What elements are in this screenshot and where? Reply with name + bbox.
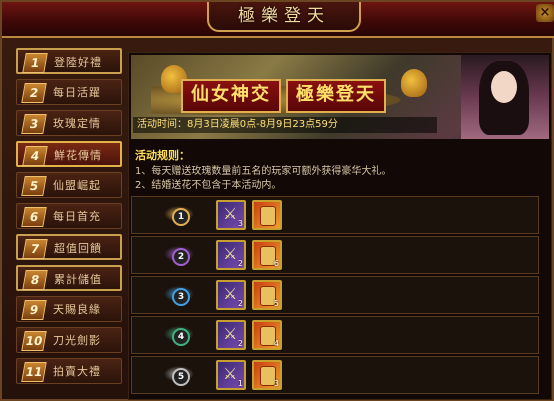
- item-number-badge: 2: [21, 83, 47, 103]
- sidebar-item-6[interactable]: 6 每日首充: [16, 203, 122, 229]
- sidebar-item-10[interactable]: 10 刀光劍影: [16, 327, 122, 353]
- medal-rank: 5: [172, 368, 190, 386]
- rank-medal-icon: 3: [164, 280, 194, 310]
- item-quantity: 6: [273, 259, 279, 268]
- reward-item-sword[interactable]: ⚔ 2: [216, 320, 246, 350]
- item-quantity: 5: [273, 299, 279, 308]
- medal-rank: 2: [172, 248, 190, 266]
- sidebar-item-label: 超值回饋: [54, 242, 102, 255]
- medal-rank: 4: [172, 328, 190, 346]
- rank-medal-icon: 5: [164, 360, 194, 390]
- reward-row: 2 ⚔ 2 6: [131, 236, 539, 274]
- item-quantity: 4: [273, 339, 279, 348]
- sword-icon: ⚔: [223, 324, 238, 343]
- reward-item-sword[interactable]: ⚔ 1: [216, 360, 246, 390]
- sidebar-item-11[interactable]: 11 拍賣大禮: [16, 358, 122, 384]
- sidebar-item-label: 登陸好禮: [54, 56, 102, 69]
- portrait-face: [491, 71, 517, 103]
- rules-heading: 活动规则：: [135, 149, 190, 162]
- fairy-portrait-image: [461, 55, 549, 139]
- event-content-panel: 仙女神交 極樂登天 活动时间：8月3日凌晨0点-8月9日23点59分 活动规则：…: [128, 52, 552, 400]
- sidebar-item-label: 天賜良緣: [53, 303, 101, 316]
- reward-row: 1 ⚔ 3: [131, 196, 539, 234]
- rule-line: 2、结婚送花不包含于本活动内。: [135, 180, 282, 191]
- item-number-badge: 8: [22, 270, 48, 290]
- sidebar-item-4[interactable]: 4 鮮花傳情: [16, 141, 122, 167]
- medal-rank: 3: [172, 288, 190, 306]
- sidebar-item-label: 累計儲值: [54, 273, 102, 286]
- item-number-badge: 7: [22, 239, 48, 259]
- sidebar-item-2[interactable]: 2 每日活躍: [16, 79, 122, 105]
- sidebar-item-5[interactable]: 5 仙盟崛起: [16, 172, 122, 198]
- sidebar-item-7[interactable]: 7 超值回饋: [16, 234, 122, 260]
- sidebar-item-label: 拍賣大禮: [53, 365, 101, 378]
- item-number-badge: 11: [21, 362, 47, 382]
- rule-line: 1、每天赠送玫瑰数量前五名的玩家可额外获得豪华大礼。: [135, 166, 392, 177]
- window-title: 極樂登天: [207, 2, 361, 32]
- title-bar: 極樂登天 ×: [2, 2, 554, 38]
- sword-icon: ⚔: [223, 244, 238, 263]
- item-quantity: 2: [237, 299, 243, 308]
- item-quantity: 1: [237, 379, 243, 388]
- event-window: 極樂登天 × 1 登陸好禮 2 每日活躍 3 玫瑰定情 4 鮮花傳情 5 仙盟崛…: [0, 0, 554, 401]
- item-number-badge: 5: [21, 176, 47, 196]
- gold-bag-icon: [401, 69, 427, 97]
- banner-title-right: 極樂登天: [286, 79, 386, 113]
- item-number-badge: 9: [21, 300, 47, 320]
- rank-medal-icon: 4: [164, 320, 194, 350]
- reward-item-sword[interactable]: ⚔ 3: [216, 200, 246, 230]
- event-time: 活动时间：8月3日凌晨0点-8月9日23点59分: [133, 117, 437, 133]
- item-number-badge: 6: [21, 207, 47, 227]
- medal-rank: 1: [172, 208, 190, 226]
- sidebar-item-label: 每日活躍: [53, 86, 101, 99]
- sidebar-item-3[interactable]: 3 玫瑰定情: [16, 110, 122, 136]
- reward-item-scroll[interactable]: 6: [252, 240, 282, 270]
- sidebar-item-label: 每日首充: [53, 210, 101, 223]
- rank-medal-icon: 2: [164, 240, 194, 270]
- sidebar-item-label: 鮮花傳情: [54, 149, 102, 162]
- activity-sidebar: 1 登陸好禮 2 每日活躍 3 玫瑰定情 4 鮮花傳情 5 仙盟崛起 6 每日首…: [16, 48, 124, 398]
- sidebar-item-8[interactable]: 8 累計儲值: [16, 265, 122, 291]
- reward-row: 5 ⚔ 1 3: [131, 356, 539, 394]
- rank-medal-icon: 1: [164, 200, 194, 230]
- reward-item-scroll[interactable]: 4: [252, 320, 282, 350]
- sidebar-item-label: 玫瑰定情: [53, 117, 101, 130]
- sidebar-item-1[interactable]: 1 登陸好禮: [16, 48, 122, 74]
- sword-icon: ⚔: [223, 364, 238, 383]
- scroll-icon: [260, 206, 276, 226]
- sidebar-item-9[interactable]: 9 天賜良緣: [16, 296, 122, 322]
- reward-item-sword[interactable]: ⚔ 2: [216, 280, 246, 310]
- item-quantity: 2: [237, 259, 243, 268]
- item-number-badge: 4: [22, 146, 48, 166]
- reward-item-scroll[interactable]: 3: [252, 360, 282, 390]
- item-quantity: 3: [273, 379, 279, 388]
- item-number-badge: 10: [21, 331, 47, 351]
- sword-icon: ⚔: [223, 284, 238, 303]
- event-banner: 仙女神交 極樂登天 活动时间：8月3日凌晨0点-8月9日23点59分: [131, 55, 549, 139]
- item-number-badge: 3: [21, 114, 47, 134]
- close-button[interactable]: ×: [536, 4, 554, 22]
- reward-item-sword[interactable]: ⚔ 2: [216, 240, 246, 270]
- sidebar-item-label: 仙盟崛起: [53, 179, 101, 192]
- item-number-badge: 1: [22, 53, 48, 73]
- sword-icon: ⚔: [223, 204, 238, 223]
- item-quantity: 3: [237, 219, 243, 228]
- reward-item-scroll[interactable]: [252, 200, 282, 230]
- sidebar-item-label: 刀光劍影: [53, 334, 101, 347]
- reward-item-scroll[interactable]: 5: [252, 280, 282, 310]
- banner-title-left: 仙女神交: [181, 79, 281, 113]
- reward-row: 4 ⚔ 2 4: [131, 316, 539, 354]
- item-quantity: 2: [237, 339, 243, 348]
- reward-row: 3 ⚔ 2 5: [131, 276, 539, 314]
